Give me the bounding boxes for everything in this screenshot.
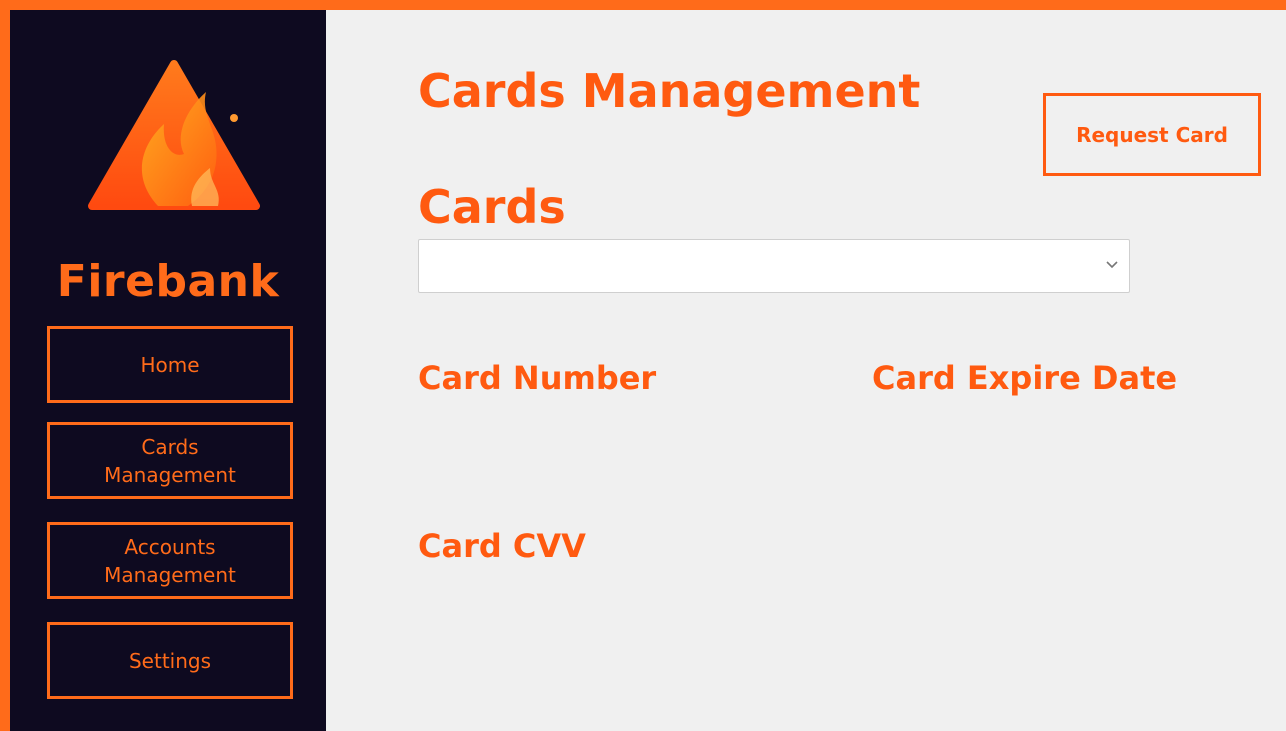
nav-cards-management-button[interactable]: Cards Management: [47, 422, 293, 499]
nav-settings-label: Settings: [128, 648, 212, 673]
nav-settings-button[interactable]: Settings: [47, 622, 293, 699]
chevron-down-icon: [1106, 261, 1118, 269]
app-window: Firebank Home Cards Management Accounts …: [10, 10, 1286, 731]
nav-home-button[interactable]: Home: [47, 326, 293, 403]
nav-accounts-label-line1: Accounts: [124, 534, 216, 559]
card-expire-date-label: Card Expire Date: [872, 359, 1178, 397]
nav-cards-label-line1: Cards: [141, 434, 199, 459]
nav-home-label: Home: [140, 352, 200, 377]
nav-cards-label-line2: Management: [104, 462, 236, 487]
cards-section-title: Cards: [418, 180, 566, 234]
nav-accounts-management-button[interactable]: Accounts Management: [47, 522, 293, 599]
brand-name: Firebank: [56, 256, 280, 307]
cards-select[interactable]: [418, 239, 1130, 293]
page-title: Cards Management: [418, 64, 921, 118]
sidebar: Firebank Home Cards Management Accounts …: [10, 10, 326, 731]
flame-triangle-icon: [88, 60, 260, 210]
nav-accounts-label-line2: Management: [104, 562, 236, 587]
request-card-button[interactable]: Request Card: [1043, 93, 1261, 176]
card-cvv-label: Card CVV: [418, 527, 586, 565]
card-number-label: Card Number: [418, 359, 657, 397]
